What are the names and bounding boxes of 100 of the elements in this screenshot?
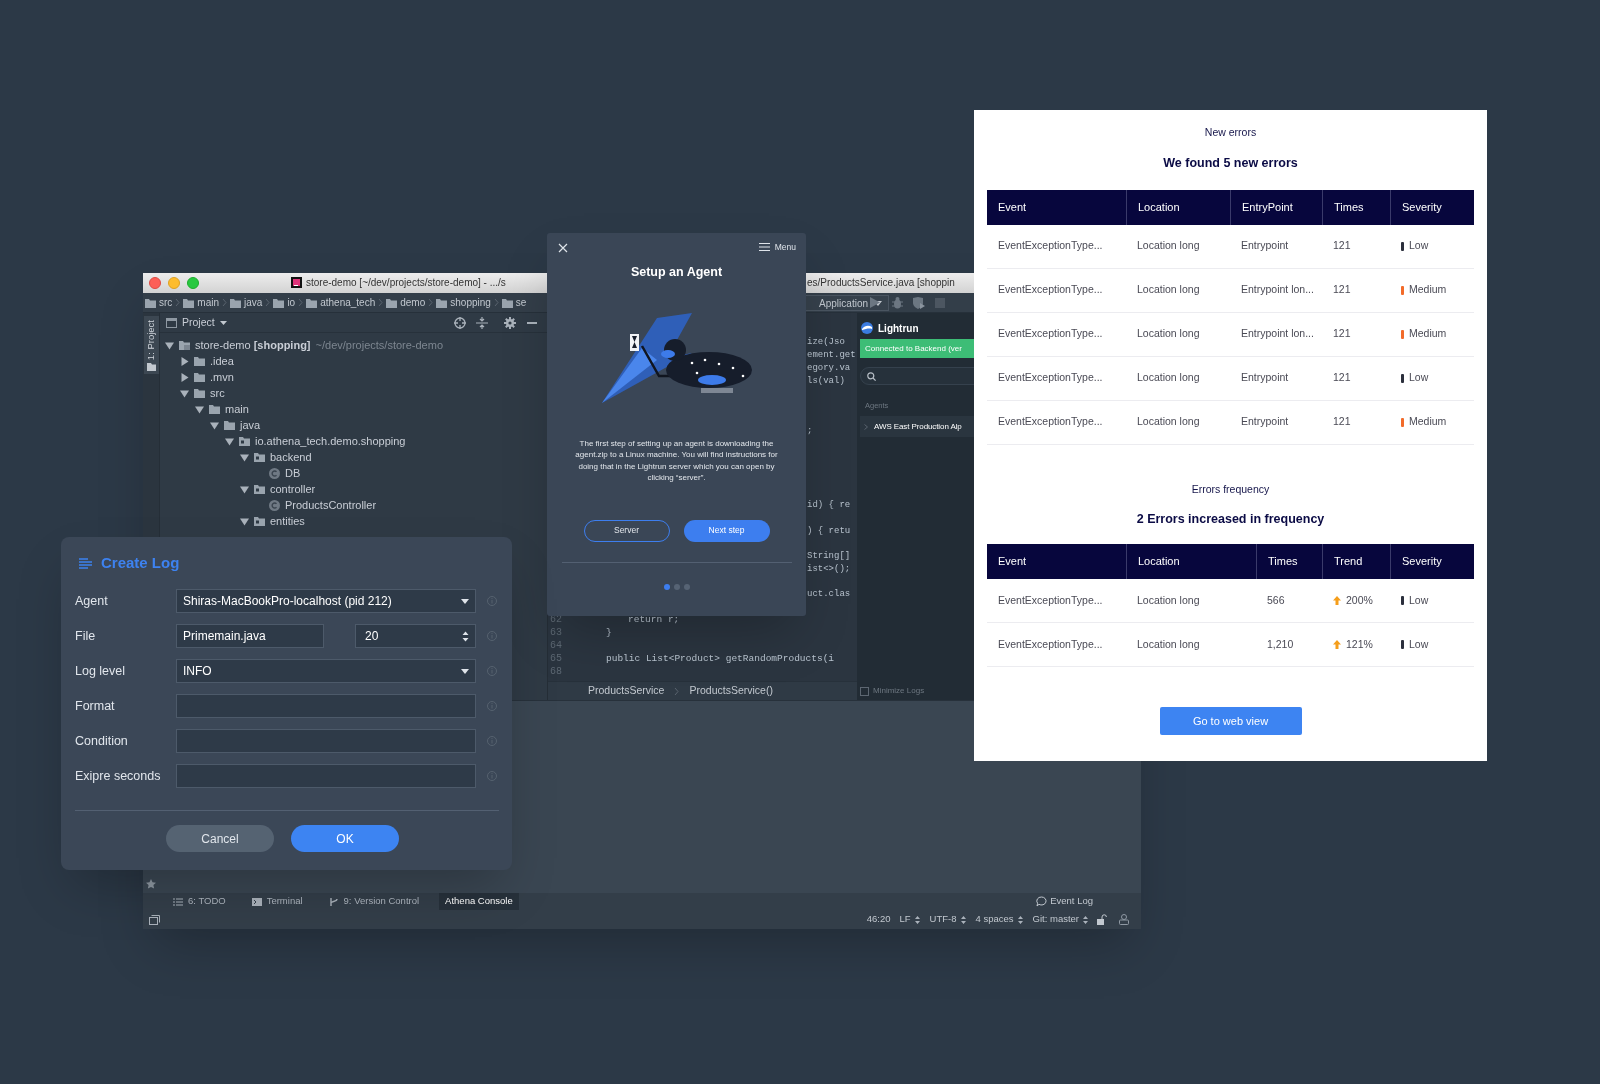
expand-arrow-icon[interactable] xyxy=(210,420,219,430)
breadcrumb-item[interactable]: src xyxy=(159,295,173,310)
star-icon[interactable] xyxy=(146,879,156,889)
breadcrumb-item[interactable]: ProductsService xyxy=(588,683,665,699)
tree-item[interactable]: entities xyxy=(270,512,305,530)
table-cell: 121 xyxy=(1333,326,1351,342)
breadcrumb-item[interactable]: shopping xyxy=(450,295,491,310)
collapse-icon[interactable] xyxy=(476,317,488,329)
breadcrumb-item[interactable]: athena_tech xyxy=(320,295,376,310)
input-field[interactable] xyxy=(176,729,476,753)
table-cell: 121 xyxy=(1333,370,1351,386)
info-icon xyxy=(487,596,497,606)
column-header: Times xyxy=(1256,544,1322,579)
tree-item[interactable]: store-demo [shopping] xyxy=(195,336,311,354)
close-icon[interactable] xyxy=(558,243,568,253)
tree-item[interactable]: ProductsController xyxy=(285,496,377,514)
panel-title[interactable]: Project xyxy=(182,314,215,331)
expand-arrow-icon[interactable] xyxy=(225,436,234,446)
breadcrumb-item[interactable]: demo xyxy=(400,295,426,310)
table-cell: Location long xyxy=(1137,282,1200,298)
status-item[interactable]: UTF-8 xyxy=(929,912,957,927)
close-button[interactable] xyxy=(149,277,161,289)
tool-tab[interactable]: Terminal xyxy=(245,893,309,910)
dropdown[interactable]: INFO xyxy=(176,659,476,683)
class-icon xyxy=(269,499,280,511)
caret-icon[interactable] xyxy=(219,320,227,325)
status-item[interactable]: LF xyxy=(899,912,911,927)
chevron-icon xyxy=(674,686,680,696)
search-field[interactable] xyxy=(860,367,974,385)
project-side-tab[interactable]: 1: Project xyxy=(143,316,159,374)
input-field[interactable] xyxy=(176,694,476,718)
tree-item[interactable]: src xyxy=(210,384,225,402)
ok-button[interactable]: OK xyxy=(291,825,399,852)
shield-icon[interactable] xyxy=(913,297,925,309)
folder-icon xyxy=(273,297,285,308)
expand-arrow-icon[interactable] xyxy=(240,484,249,494)
cancel-button[interactable]: Cancel xyxy=(166,825,274,852)
window-icon[interactable] xyxy=(149,914,160,925)
breadcrumb-item[interactable]: java xyxy=(244,295,263,310)
expand-arrow-icon[interactable] xyxy=(180,388,189,398)
tool-tab[interactable]: 6: TODO xyxy=(167,893,232,910)
input-field[interactable]: Primemain.java xyxy=(176,624,324,648)
breadcrumb-item[interactable]: ProductsService() xyxy=(689,683,773,699)
settings-icon[interactable] xyxy=(504,317,516,329)
code-text: return r; xyxy=(628,613,680,626)
tree-item[interactable]: .idea xyxy=(210,352,234,370)
table-cell-text: 121% xyxy=(1346,636,1373,652)
expand-arrow-icon[interactable] xyxy=(180,372,189,382)
web-view-button[interactable]: Go to web view xyxy=(1159,707,1302,735)
status-item[interactable]: 46:20 xyxy=(866,912,891,927)
tool-tab[interactable]: Athena Console xyxy=(439,893,519,910)
checkbox[interactable] xyxy=(860,686,869,696)
code-text: ls(val) xyxy=(807,375,845,388)
table-cell: Medium xyxy=(1409,414,1447,430)
field-label: Agent xyxy=(75,593,108,610)
menu-button[interactable]: Menu xyxy=(758,241,796,254)
terminal-icon xyxy=(251,897,262,906)
status-item[interactable]: 4 spaces xyxy=(975,912,1014,927)
run-icon[interactable] xyxy=(870,297,880,308)
table-cell: Location long xyxy=(1137,414,1200,430)
breadcrumb-item[interactable]: io xyxy=(287,295,296,310)
next-step-button[interactable]: Next step xyxy=(683,519,770,542)
event-log-button[interactable]: Event Log xyxy=(1036,893,1093,910)
info-icon xyxy=(487,771,497,781)
expand-arrow-icon[interactable] xyxy=(165,340,174,350)
target-icon[interactable] xyxy=(454,317,466,329)
breadcrumb-item[interactable]: se xyxy=(515,295,527,310)
expand-arrow-icon[interactable] xyxy=(195,404,204,414)
number-spinner[interactable]: 20 xyxy=(355,624,476,648)
tree-item[interactable]: backend xyxy=(270,448,312,466)
table-cell-text: Low xyxy=(1409,636,1429,652)
input-field[interactable] xyxy=(176,764,476,788)
folder-icon xyxy=(145,297,156,308)
expand-arrow-icon[interactable] xyxy=(240,452,249,462)
table-cell: Location long xyxy=(1137,370,1200,386)
person-icon[interactable] xyxy=(1119,914,1129,925)
tree-item[interactable]: java xyxy=(240,416,261,434)
table-cell-text: Low xyxy=(1409,592,1429,608)
tree-item[interactable]: io.athena_tech.demo.shopping xyxy=(255,432,406,450)
agent-row[interactable]: AWS East Production Alp xyxy=(860,416,974,438)
folder-icon xyxy=(194,355,205,367)
unlock-icon[interactable] xyxy=(1097,914,1107,925)
code-text: public List<Product> getRandomProducts(i xyxy=(606,652,835,665)
branch-icon xyxy=(328,897,339,906)
table-cell: Entrypoint xyxy=(1241,238,1289,254)
tree-item[interactable]: DB xyxy=(285,464,301,482)
tool-tab[interactable]: 9: Version Control xyxy=(322,893,426,910)
list-icon xyxy=(79,557,92,569)
status-item[interactable]: Git: master xyxy=(1032,912,1079,927)
bug-icon[interactable] xyxy=(892,297,903,309)
page-indicator[interactable] xyxy=(663,583,670,590)
table-cell: EventExceptionType... xyxy=(998,414,1103,430)
tree-item[interactable]: .mvn xyxy=(210,368,234,386)
tree-item[interactable]: controller xyxy=(270,480,316,498)
expand-arrow-icon[interactable] xyxy=(240,516,249,526)
dropdown[interactable]: Shiras-MacBookPro-localhost (pid 212) xyxy=(176,589,476,613)
chevron-icon xyxy=(175,298,181,307)
expand-arrow-icon[interactable] xyxy=(180,356,189,366)
tree-item[interactable]: main xyxy=(225,400,249,418)
breadcrumb-item[interactable]: main xyxy=(197,295,220,310)
